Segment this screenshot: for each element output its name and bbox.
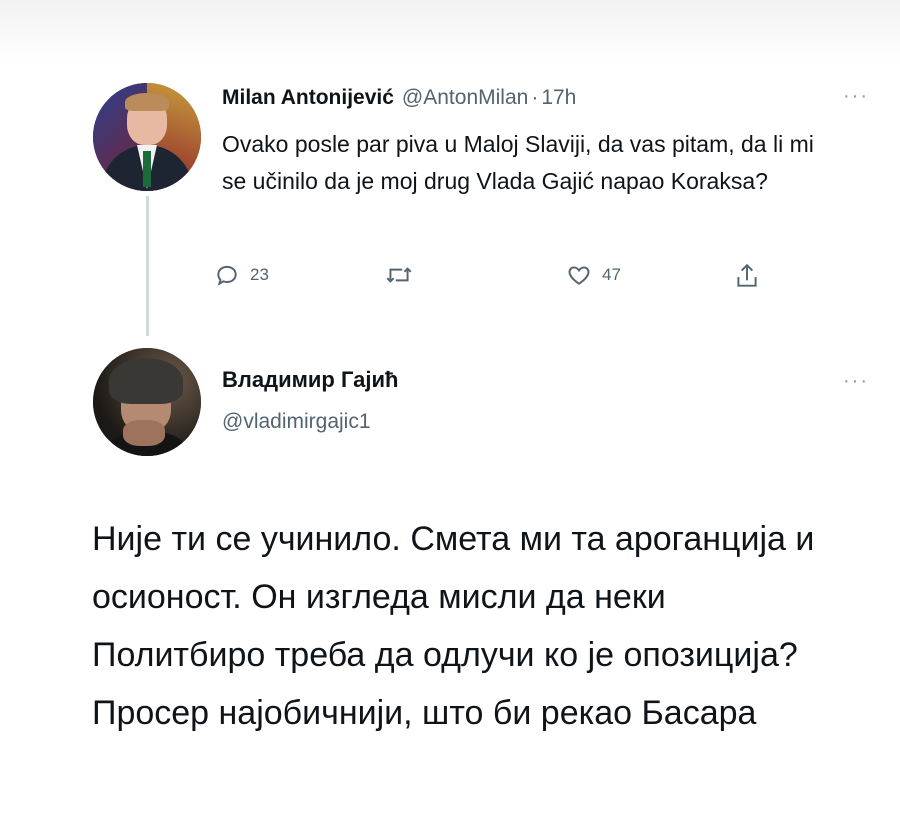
reply-icon	[214, 262, 240, 288]
retweet-button[interactable]	[384, 262, 414, 288]
tweet-header: Milan Antonijević @AntonMilan · 17h	[222, 83, 576, 113]
thread-connector-line	[146, 196, 149, 336]
author-name[interactable]: Milan Antonijević	[222, 86, 394, 110]
avatar-vladimir[interactable]	[93, 348, 201, 456]
author-handle[interactable]: @AntonMilan	[402, 86, 528, 110]
heart-icon	[566, 262, 592, 288]
tweet-text: Није ти се учинило. Смета ми та ароганци…	[92, 520, 815, 732]
avatar-hair	[109, 358, 183, 404]
avatar-hand	[123, 420, 165, 446]
avatar-hair	[125, 93, 169, 111]
share-button[interactable]	[734, 262, 760, 290]
author-name[interactable]: Владимир Гајић	[222, 367, 398, 393]
more-options-icon[interactable]: ···	[843, 371, 869, 391]
reply-button[interactable]: 23	[214, 262, 269, 288]
avatar-milan[interactable]	[93, 83, 201, 191]
tweet-actions: 23 47	[214, 262, 774, 298]
tweet-milan[interactable]: Milan Antonijević @AntonMilan · 17h ··· …	[0, 0, 900, 340]
share-icon	[734, 262, 760, 290]
tweet-time[interactable]: 17h	[541, 86, 576, 110]
author-handle[interactable]: @vladimirgajic1	[222, 410, 371, 434]
more-options-icon[interactable]: ···	[843, 86, 869, 106]
separator-dot: ·	[531, 86, 539, 109]
avatar-tie	[143, 151, 151, 187]
like-button[interactable]: 47	[566, 262, 621, 288]
like-count: 47	[602, 265, 621, 284]
tweet-text: Ovako posle par piva u Maloj Slaviji, da…	[222, 131, 814, 194]
reply-count: 23	[250, 265, 269, 284]
retweet-icon	[384, 262, 414, 288]
